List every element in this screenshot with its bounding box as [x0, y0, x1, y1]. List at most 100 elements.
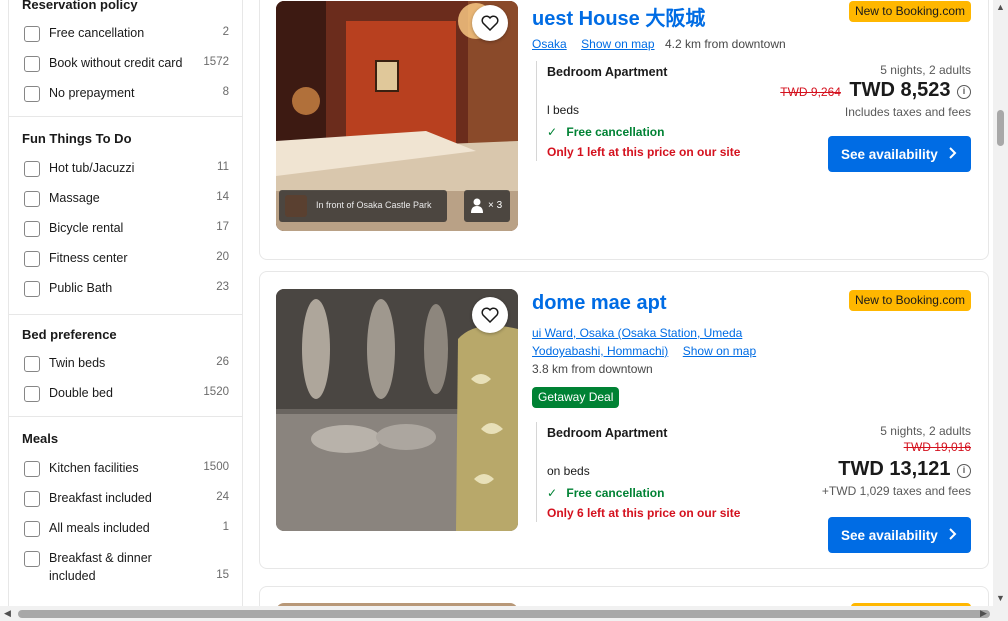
checkbox[interactable]	[24, 281, 40, 297]
checkbox[interactable]	[24, 161, 40, 177]
filter-kitchen-facilities[interactable]: Kitchen facilities 1500	[24, 459, 229, 479]
filter-massage[interactable]: Massage 14	[24, 189, 229, 209]
vertical-scroll-thumb[interactable]	[997, 110, 1004, 146]
checkbox[interactable]	[24, 251, 40, 267]
filter-public-bath[interactable]: Public Bath 23	[24, 279, 229, 299]
search-results-page: Reservation policy Free cancellation 2 B…	[0, 0, 1008, 621]
checkbox[interactable]	[24, 26, 40, 42]
button-label: See availability	[841, 527, 938, 543]
availability-warning: Only 6 left at this price on our site	[547, 506, 741, 520]
filter-label: Breakfast & dinner	[49, 551, 152, 565]
filter-breakfast-dinner[interactable]: Breakfast & dinner included 15	[24, 549, 229, 587]
location-link-line2[interactable]: Yodoyabashi, Hommachi)	[532, 344, 668, 358]
filter-bicycle-rental[interactable]: Bicycle rental 17	[24, 219, 229, 239]
filter-label: All meals included	[49, 521, 150, 535]
distance-text: 3.8 km from downtown	[532, 362, 653, 376]
scroll-right-arrow-icon[interactable]: ▶	[980, 608, 987, 619]
room-beds: l beds	[547, 103, 580, 117]
property-title[interactable]: dome mae apt	[532, 292, 666, 315]
heart-icon	[481, 15, 499, 31]
photo-caption-badge: In front of Osaka Castle Park	[279, 190, 447, 222]
checkbox[interactable]	[24, 221, 40, 237]
checkbox[interactable]	[24, 521, 40, 537]
show-on-map-link[interactable]: Show on map	[581, 37, 654, 51]
info-icon[interactable]: i	[957, 464, 971, 478]
free-cancellation-row: ✓ Free cancellation	[547, 125, 664, 139]
room-name[interactable]: Bedroom Apartment	[547, 426, 667, 440]
photo-caption: In front of Osaka Castle Park	[316, 200, 432, 210]
scroll-up-arrow-icon[interactable]: ▲	[996, 2, 1005, 12]
filter-label: Kitchen facilities	[49, 461, 139, 475]
taxes-note: +TWD 1,029 taxes and fees	[821, 484, 971, 498]
filter-count: 2	[222, 26, 229, 38]
filter-twin-beds[interactable]: Twin beds 26	[24, 354, 229, 374]
horizontal-scrollbar[interactable]: ◀ ▶	[0, 606, 1008, 621]
filter-label: Breakfast included	[49, 491, 152, 505]
filter-count: 17	[216, 221, 229, 233]
checkbox[interactable]	[24, 191, 40, 207]
filter-breakfast-included[interactable]: Breakfast included 24	[24, 489, 229, 509]
filter-count: 14	[216, 191, 229, 203]
check-icon: ✓	[547, 125, 558, 139]
section-title: Meals	[22, 431, 59, 446]
location-link[interactable]: ui Ward, Osaka (Osaka Station, Umeda	[532, 326, 742, 340]
filter-free-cancellation[interactable]: Free cancellation 2	[24, 24, 229, 44]
filter-hot-tub[interactable]: Hot tub/Jacuzzi 11	[24, 159, 229, 179]
checkbox[interactable]	[24, 491, 40, 507]
check-icon: ✓	[547, 486, 558, 500]
see-availability-button[interactable]: See availability	[828, 517, 971, 553]
filter-count: 11	[217, 161, 229, 173]
original-price: TWD 9,264	[780, 85, 841, 99]
property-title[interactable]: uest House 大阪城	[532, 2, 705, 31]
filter-count: 1500	[203, 461, 229, 473]
property-card: In front of Osaka Castle Park × 3 uest H…	[259, 0, 989, 260]
new-to-booking-badge: New to Booking.com	[848, 290, 971, 311]
filter-book-without-credit-card[interactable]: Book without credit card 1572	[24, 54, 229, 74]
room-info: Bedroom Apartment on beds ✓ Free cancell…	[536, 422, 774, 522]
filter-label: Public Bath	[49, 281, 113, 295]
filter-count: 23	[216, 281, 229, 293]
checkbox[interactable]	[24, 86, 40, 102]
info-icon[interactable]: i	[957, 85, 971, 99]
room-name[interactable]: Bedroom Apartment	[547, 65, 667, 79]
filters-sidebar: Reservation policy Free cancellation 2 B…	[8, 0, 243, 606]
room-info: Bedroom Apartment l beds ✓ Free cancella…	[536, 61, 774, 161]
filter-label: Bicycle rental	[49, 221, 124, 235]
filter-double-bed[interactable]: Double bed 1520	[24, 384, 229, 404]
property-card: dome mae apt New to Booking.com ui Ward,…	[259, 271, 989, 569]
checkbox[interactable]	[24, 356, 40, 372]
show-on-map-link[interactable]: Show on map	[683, 344, 756, 358]
filter-label: Massage	[49, 191, 100, 205]
save-to-wishlist-button[interactable]	[472, 5, 508, 41]
vertical-scrollbar[interactable]: ▲ ▼	[993, 0, 1008, 606]
checkbox[interactable]	[24, 461, 40, 477]
occupancy-count: × 3	[488, 200, 503, 211]
price-block: 5 nights, 2 adults TWD 19,016 TWD 13,121…	[822, 424, 971, 498]
chevron-right-icon	[949, 528, 957, 540]
horizontal-scroll-thumb[interactable]	[18, 610, 990, 618]
filter-label: Book without credit card	[49, 56, 183, 70]
filter-fitness-center[interactable]: Fitness center 20	[24, 249, 229, 269]
availability-warning: Only 1 left at this price on our site	[547, 145, 741, 159]
see-availability-button[interactable]: See availability	[828, 136, 971, 172]
location-link[interactable]: Osaka	[532, 37, 567, 51]
filter-section-meals: Meals Kitchen facilities 1500 Breakfast …	[9, 417, 242, 606]
checkbox[interactable]	[24, 56, 40, 72]
filter-count: 1572	[203, 56, 229, 68]
scroll-down-arrow-icon[interactable]: ▼	[996, 593, 1005, 603]
price-block: 5 nights, 2 adults TWD 9,264 TWD 8,523 i…	[780, 63, 971, 119]
filter-all-meals-included[interactable]: All meals included 1	[24, 519, 229, 539]
stay-details: 5 nights, 2 adults	[880, 424, 971, 438]
checkbox[interactable]	[24, 386, 40, 402]
filter-section-bed-preference: Bed preference Twin beds 26 Double bed 1…	[9, 315, 242, 417]
filter-label-line2: included	[49, 569, 96, 583]
stay-details: 5 nights, 2 adults	[880, 63, 971, 77]
save-to-wishlist-button[interactable]	[472, 297, 508, 333]
filter-no-prepayment[interactable]: No prepayment 8	[24, 84, 229, 104]
taxes-note: Includes taxes and fees	[844, 105, 971, 119]
filter-label: Hot tub/Jacuzzi	[49, 161, 135, 175]
current-price: TWD 13,121	[838, 458, 951, 480]
scroll-left-arrow-icon[interactable]: ◀	[4, 608, 11, 619]
filter-count: 20	[216, 251, 229, 263]
checkbox[interactable]	[24, 551, 40, 567]
